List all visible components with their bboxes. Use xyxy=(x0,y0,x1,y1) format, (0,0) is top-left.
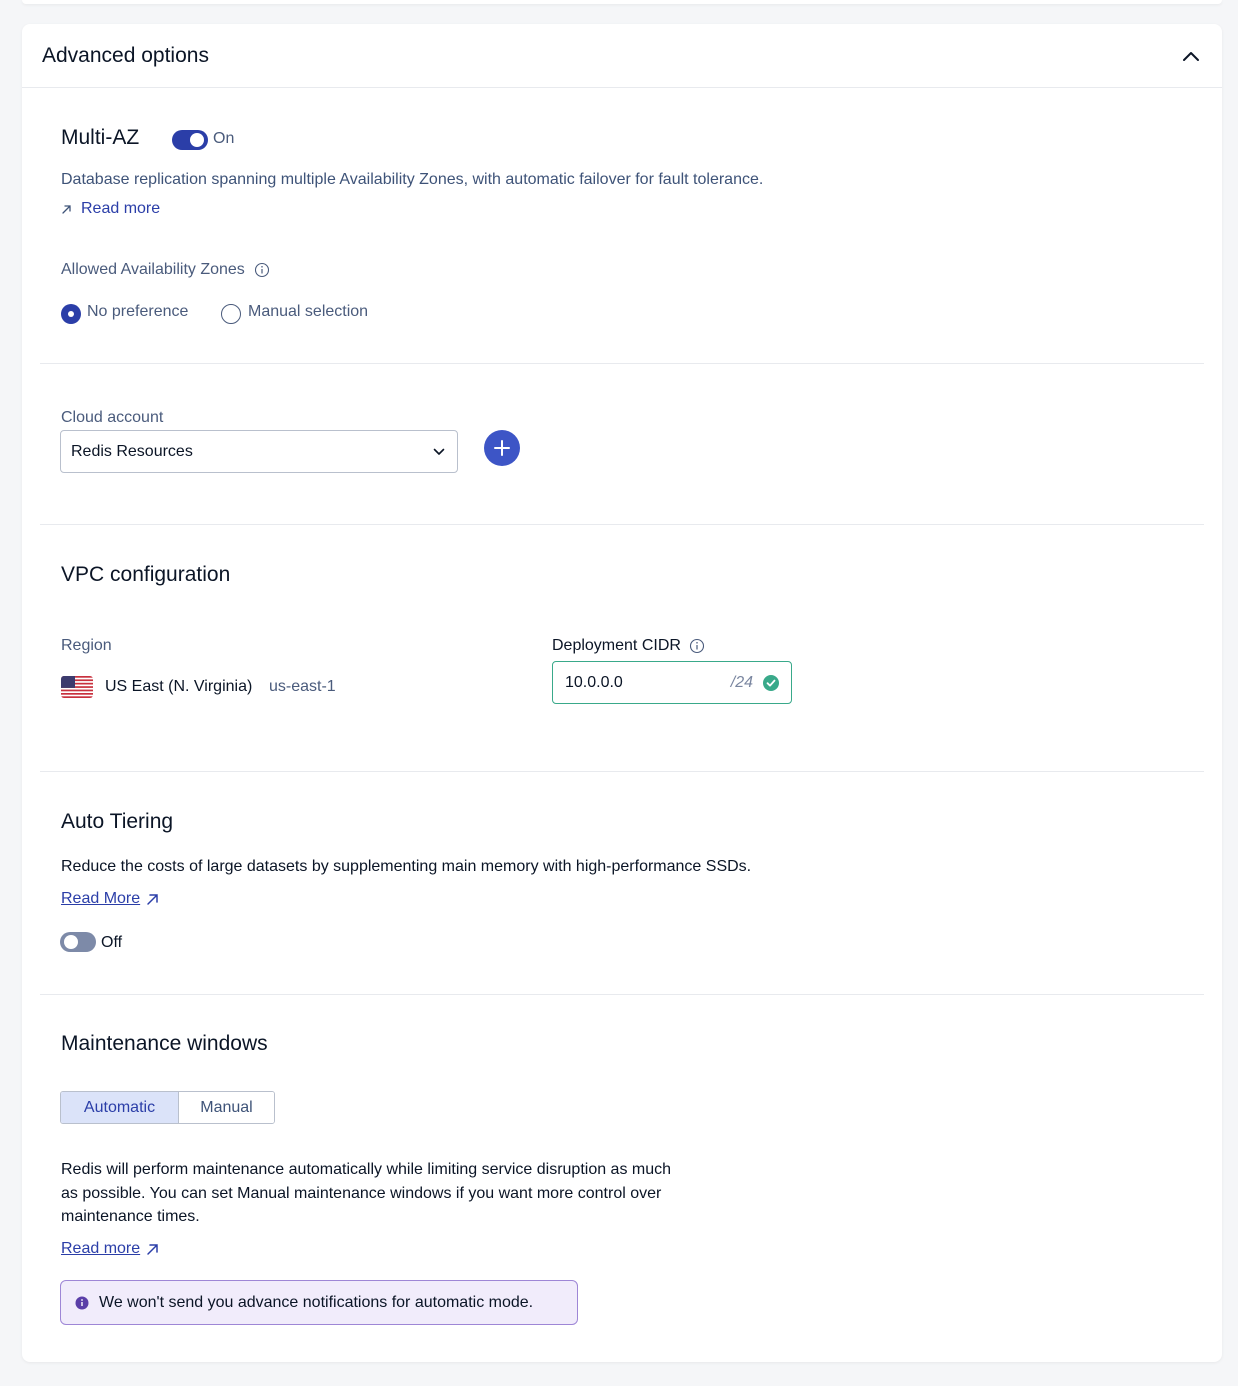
region-code: us-east-1 xyxy=(269,678,336,695)
external-link-icon xyxy=(146,893,159,906)
multi-az-toggle[interactable] xyxy=(172,130,208,150)
automatic-mode-notice: We won't send you advance notifications … xyxy=(60,1280,578,1325)
maintenance-mode-toggle: Automatic Manual xyxy=(60,1091,275,1124)
info-icon[interactable] xyxy=(254,262,270,278)
allowed-zones-label: Allowed Availability Zones xyxy=(61,261,245,278)
info-icon[interactable] xyxy=(689,638,705,654)
maintenance-description-line: Redis will perform maintenance automatic… xyxy=(61,1161,672,1178)
maintenance-description-line: as possible. You can set Manual maintena… xyxy=(61,1184,662,1202)
cidr-value: 10.0.0.0 xyxy=(565,673,623,691)
panel-header[interactable]: Advanced options xyxy=(22,24,1222,88)
external-link-icon xyxy=(61,203,73,215)
multi-az-read-more-label: Read more xyxy=(81,200,161,217)
cidr-suffix: /24 xyxy=(730,673,753,691)
allowed-zones-label-row: Allowed Availability Zones xyxy=(61,261,270,279)
divider xyxy=(40,363,1204,364)
divider xyxy=(40,524,1204,525)
radio-no-preference[interactable] xyxy=(61,304,81,324)
cidr-label-row: Deployment CIDR xyxy=(552,637,705,655)
maintenance-read-more-label: Read more xyxy=(61,1240,141,1257)
radio-manual-selection-label[interactable]: Manual selection xyxy=(248,303,368,321)
maintenance-read-more-link[interactable]: Read more xyxy=(61,1240,159,1258)
radio-no-preference-label[interactable]: No preference xyxy=(87,303,188,321)
cidr-input[interactable]: 10.0.0.0 /24 xyxy=(552,661,792,704)
auto-tiering-toggle[interactable] xyxy=(60,932,96,952)
mode-automatic-button[interactable]: Automatic xyxy=(61,1092,179,1123)
radio-manual-selection[interactable] xyxy=(221,304,241,324)
auto-tiering-read-more-label: Read More xyxy=(61,890,141,907)
cloud-account-label: Cloud account xyxy=(61,409,164,426)
multi-az-title: Multi-AZ xyxy=(61,126,140,149)
advanced-options-panel: Advanced options Multi-AZ On Database re… xyxy=(22,24,1222,1362)
region-name: US East (N. Virginia) xyxy=(105,678,253,695)
auto-tiering-description: Reduce the costs of large datasets by su… xyxy=(61,858,752,875)
check-circle-icon xyxy=(763,674,779,691)
us-flag-icon xyxy=(61,676,93,698)
maintenance-description-line: maintenance times. xyxy=(61,1208,200,1225)
chevron-down-icon xyxy=(433,448,445,456)
chevron-up-icon[interactable] xyxy=(1180,45,1202,67)
divider xyxy=(40,994,1204,995)
maintenance-description: Redis will perform maintenance automatic… xyxy=(61,1158,671,1229)
auto-tiering-read-more-link[interactable]: Read More xyxy=(61,890,159,908)
panel-title: Advanced options xyxy=(42,43,209,67)
auto-tiering-title: Auto Tiering xyxy=(61,810,174,833)
previous-card-edge xyxy=(22,0,1222,4)
region-label: Region xyxy=(61,637,112,654)
multi-az-read-more-link[interactable]: Read more xyxy=(61,200,160,218)
info-filled-icon xyxy=(75,1296,89,1310)
auto-tiering-toggle-label: Off xyxy=(101,934,123,951)
cloud-account-selected: Redis Resources xyxy=(71,442,193,460)
multi-az-description: Database replication spanning multiple A… xyxy=(61,171,764,188)
cidr-label: Deployment CIDR xyxy=(552,637,681,654)
add-cloud-account-button[interactable] xyxy=(484,430,520,466)
notice-text: We won't send you advance notifications … xyxy=(99,1293,534,1311)
vpc-title: VPC configuration xyxy=(61,563,231,586)
plus-icon xyxy=(493,439,511,457)
mode-manual-button[interactable]: Manual xyxy=(179,1092,274,1123)
maintenance-title: Maintenance windows xyxy=(61,1032,268,1055)
external-link-icon xyxy=(146,1243,159,1256)
multi-az-toggle-label: On xyxy=(213,130,235,147)
cloud-account-select[interactable]: Redis Resources xyxy=(60,430,458,473)
divider xyxy=(40,771,1204,772)
